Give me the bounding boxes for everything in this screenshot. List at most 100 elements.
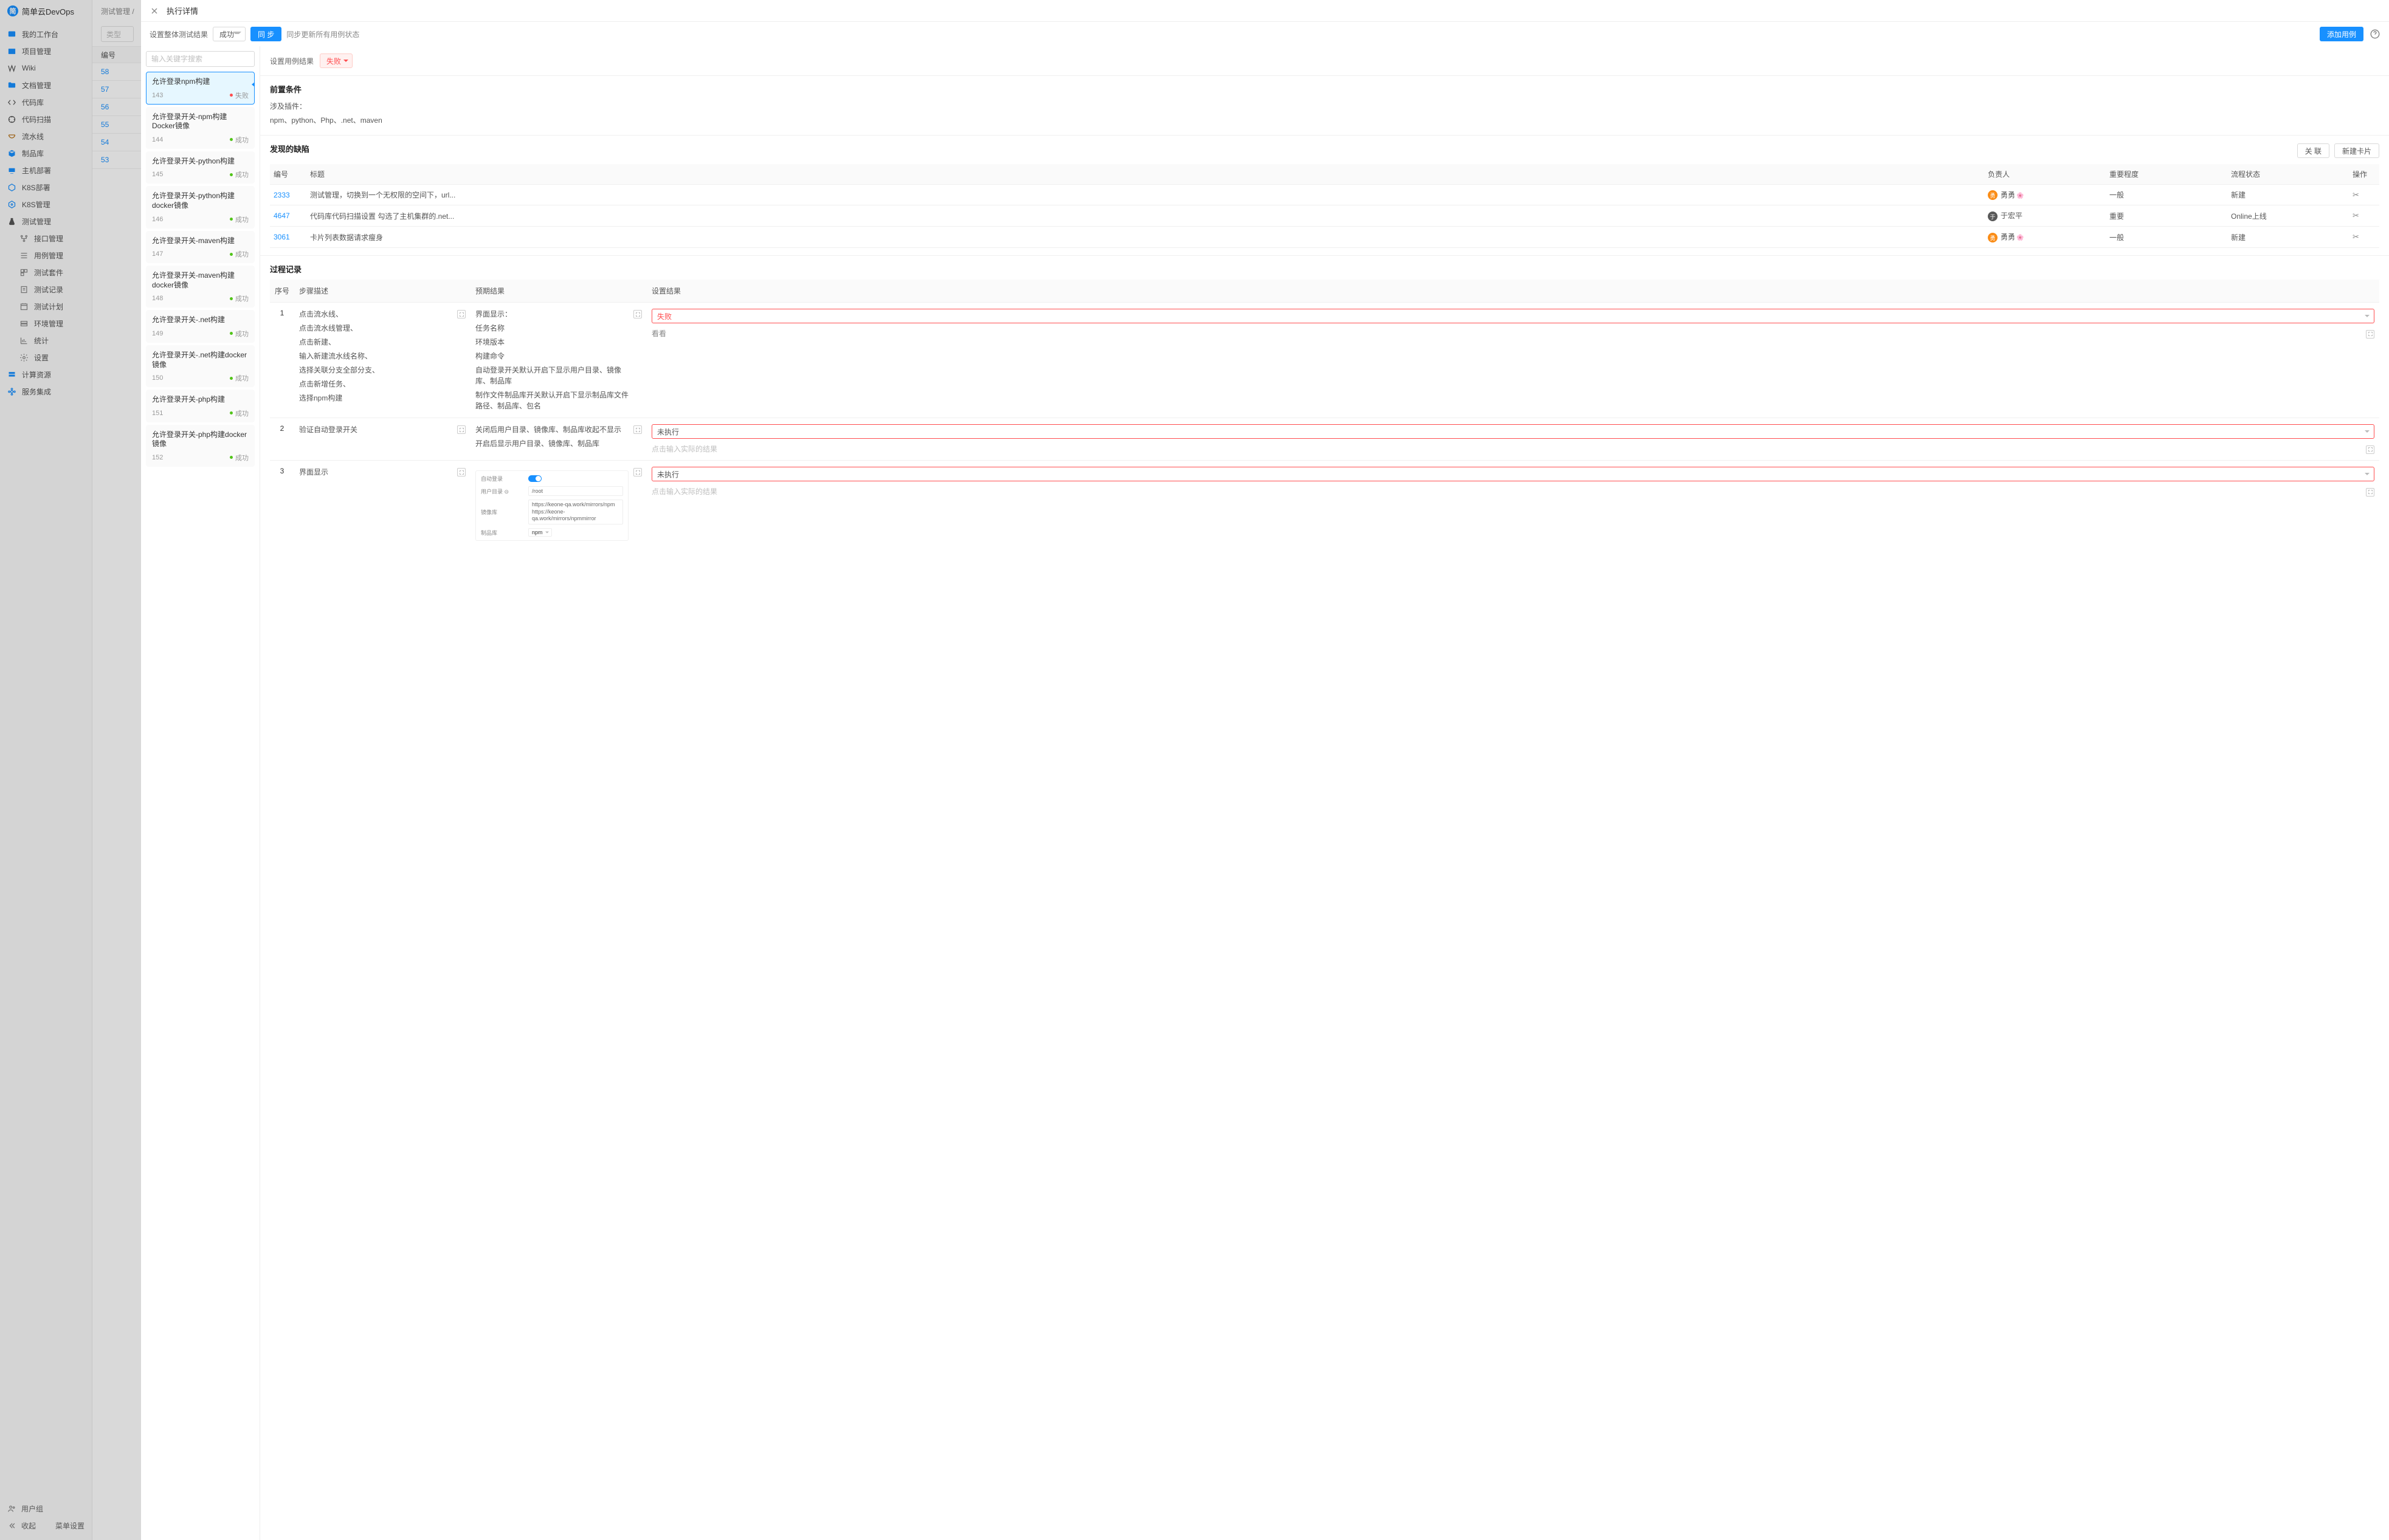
step-text: 点击流水线、点击流水线管理、点击新建、输入新建流水线名称、选择关联分支全部分支、… — [299, 309, 379, 404]
expand-icon[interactable] — [2366, 488, 2374, 497]
expand-icon[interactable] — [633, 310, 642, 318]
col-id: 编号 — [270, 164, 306, 185]
case-item[interactable]: 允许登录开关-php构建docker镜像152成功 — [146, 425, 255, 467]
col-seq: 序号 — [270, 280, 294, 303]
nav-item-pipeline[interactable]: 流水线 — [0, 128, 92, 145]
case-list-column: 允许登录npm构建143失败允许登录开关-npm构建Docker镜像144成功允… — [141, 46, 260, 1540]
case-id: 150 — [152, 374, 163, 382]
nav-item-project[interactable]: 项目管理 — [0, 43, 92, 60]
sub-nav-cases[interactable]: 用例管理 — [0, 247, 92, 264]
case-item[interactable]: 允许登录开关-python构建docker镜像146成功 — [146, 186, 255, 228]
expand-icon[interactable] — [633, 425, 642, 434]
result-select[interactable]: 未执行 — [652, 424, 2374, 439]
case-search-input[interactable] — [146, 51, 255, 67]
type-filter[interactable]: 类型 — [101, 26, 134, 42]
sidebar: 简 简单云DevOps 我的工作台 项目管理 Wiki 文档管理 代码库 代码扫… — [0, 0, 92, 1540]
step-text: 验证自动登录开关 — [299, 424, 357, 435]
actual-result-text[interactable]: 看看 — [652, 328, 666, 339]
case-title: 允许登录npm构建 — [152, 77, 249, 87]
sub-nav-stats[interactable]: 统计 — [0, 332, 92, 349]
add-case-button[interactable]: 添加用例 — [2320, 27, 2363, 41]
col-result: 设置结果 — [647, 280, 2379, 303]
unlink-icon[interactable]: ✂ — [2353, 232, 2359, 241]
expand-icon[interactable] — [457, 425, 466, 434]
close-button[interactable] — [150, 6, 159, 16]
case-item[interactable]: 允许登录开关-python构建145成功 — [146, 151, 255, 184]
precondition-section: 前置条件 涉及插件： npm、python、Php、.net、maven — [260, 76, 2389, 136]
link-defect-button[interactable]: 关 联 — [2297, 143, 2329, 158]
help-icon[interactable] — [2370, 29, 2380, 40]
defects-table: 编号 标题 负责人 重要程度 流程状态 操作 2333测试管理，切换到一个无权限… — [270, 164, 2379, 248]
case-item[interactable]: 允许登录npm构建143失败 — [146, 72, 255, 105]
new-card-button[interactable]: 新建卡片 — [2334, 143, 2379, 158]
defect-title: 测试管理，切换到一个无权限的空间下，url... — [306, 184, 1984, 205]
nav-item-host[interactable]: 主机部署 — [0, 162, 92, 179]
defects-title: 发现的缺陷 — [270, 143, 309, 154]
code-icon — [7, 98, 16, 107]
process-title: 过程记录 — [270, 263, 2379, 275]
sub-nav-records[interactable]: 测试记录 — [0, 281, 92, 298]
detail-panel: 执行详情 设置整体测试结果 成功 同 步 同步更新所有用例状态 添加用例 允许登… — [141, 0, 2389, 1540]
env-icon — [19, 319, 29, 328]
nav-item-k8s-deploy[interactable]: K8S部署 — [0, 179, 92, 196]
nav-item-artifact[interactable]: 制品库 — [0, 145, 92, 162]
unlink-icon[interactable]: ✂ — [2353, 190, 2359, 199]
nav-item-integration[interactable]: 服务集成 — [0, 383, 92, 400]
seq-cell: 2 — [270, 418, 294, 461]
sub-nav-env[interactable]: 环境管理 — [0, 315, 92, 332]
nav-label: 测试计划 — [34, 301, 63, 312]
case-id: 146 — [152, 216, 163, 223]
folder-icon — [7, 81, 16, 90]
sub-nav-api[interactable]: 接口管理 — [0, 230, 92, 247]
process-section: 过程记录 序号 步骤描述 预期结果 设置结果 1点击流水线、点击流水线管理、点击… — [260, 256, 2389, 554]
expand-icon[interactable] — [2366, 445, 2374, 454]
sync-button[interactable]: 同 步 — [250, 27, 281, 41]
collapse-icon — [7, 1521, 16, 1530]
row-id: 54 — [101, 138, 109, 146]
nav-item-code[interactable]: 代码库 — [0, 94, 92, 111]
defect-id-link[interactable]: 3061 — [274, 233, 290, 241]
nav-item-k8s-mgmt[interactable]: K8S管理 — [0, 196, 92, 213]
user-group-button[interactable]: 用户组 — [0, 1500, 92, 1517]
nav-item-test[interactable]: 测试管理 — [0, 213, 92, 230]
nav-item-scan[interactable]: 代码扫描 — [0, 111, 92, 128]
sub-nav-plans[interactable]: 测试计划 — [0, 298, 92, 315]
result-select[interactable]: 失败 — [652, 309, 2374, 323]
menu-settings-button[interactable]: 菜单设置 — [55, 1521, 84, 1531]
defect-id-link[interactable]: 2333 — [274, 191, 290, 199]
chart-icon — [19, 336, 29, 345]
expand-icon[interactable] — [633, 468, 642, 476]
case-item[interactable]: 允许登录开关-maven构建docker镜像148成功 — [146, 266, 255, 308]
expect-text: 界面显示：任务名称环境版本构建命令自动登录开关默认开启下显示用户目录、镜像库、制… — [475, 309, 629, 411]
actual-result-placeholder[interactable]: 点击输入实际的结果 — [652, 486, 717, 497]
embedded-screenshot: 自动登录用户目录 ⊝/root镜像库https://keone-qa.work/… — [475, 470, 629, 541]
case-item[interactable]: 允许登录开关-php构建151成功 — [146, 390, 255, 422]
case-item[interactable]: 允许登录开关-npm构建Docker镜像144成功 — [146, 107, 255, 149]
sub-nav-suite[interactable]: 测试套件 — [0, 264, 92, 281]
k8s-mgmt-icon — [7, 200, 16, 209]
nav-item-workbench[interactable]: 我的工作台 — [0, 26, 92, 43]
sub-nav-settings[interactable]: 设置 — [0, 349, 92, 366]
nav-item-resource[interactable]: 计算资源 — [0, 366, 92, 383]
nav-label: Wiki — [22, 64, 36, 72]
nav-item-docs[interactable]: 文档管理 — [0, 77, 92, 94]
expand-icon[interactable] — [2366, 330, 2374, 339]
flower-icon: 🌸 — [2016, 193, 2024, 199]
expand-icon[interactable] — [457, 310, 466, 318]
actual-result-placeholder[interactable]: 点击输入实际的结果 — [652, 444, 717, 454]
case-item[interactable]: 允许登录开关-.net构建docker镜像150成功 — [146, 345, 255, 387]
app-logo[interactable]: 简 简单云DevOps — [0, 0, 92, 22]
case-result-select[interactable]: 失败 — [320, 53, 353, 68]
expand-icon[interactable] — [457, 468, 466, 476]
case-item[interactable]: 允许登录开关-maven构建147成功 — [146, 231, 255, 264]
defect-state: Online上线 — [2227, 205, 2349, 227]
nav-label: 流水线 — [22, 131, 44, 142]
defect-id-link[interactable]: 4647 — [274, 211, 290, 220]
overall-result-select[interactable]: 成功 — [213, 27, 246, 41]
result-select[interactable]: 未执行 — [652, 467, 2374, 481]
unlink-icon[interactable]: ✂ — [2353, 211, 2359, 220]
case-id: 151 — [152, 410, 163, 417]
nav-item-wiki[interactable]: Wiki — [0, 60, 92, 77]
collapse-sidebar-button[interactable]: 收起 — [7, 1521, 36, 1531]
case-item[interactable]: 允许登录开关-.net构建149成功 — [146, 310, 255, 343]
